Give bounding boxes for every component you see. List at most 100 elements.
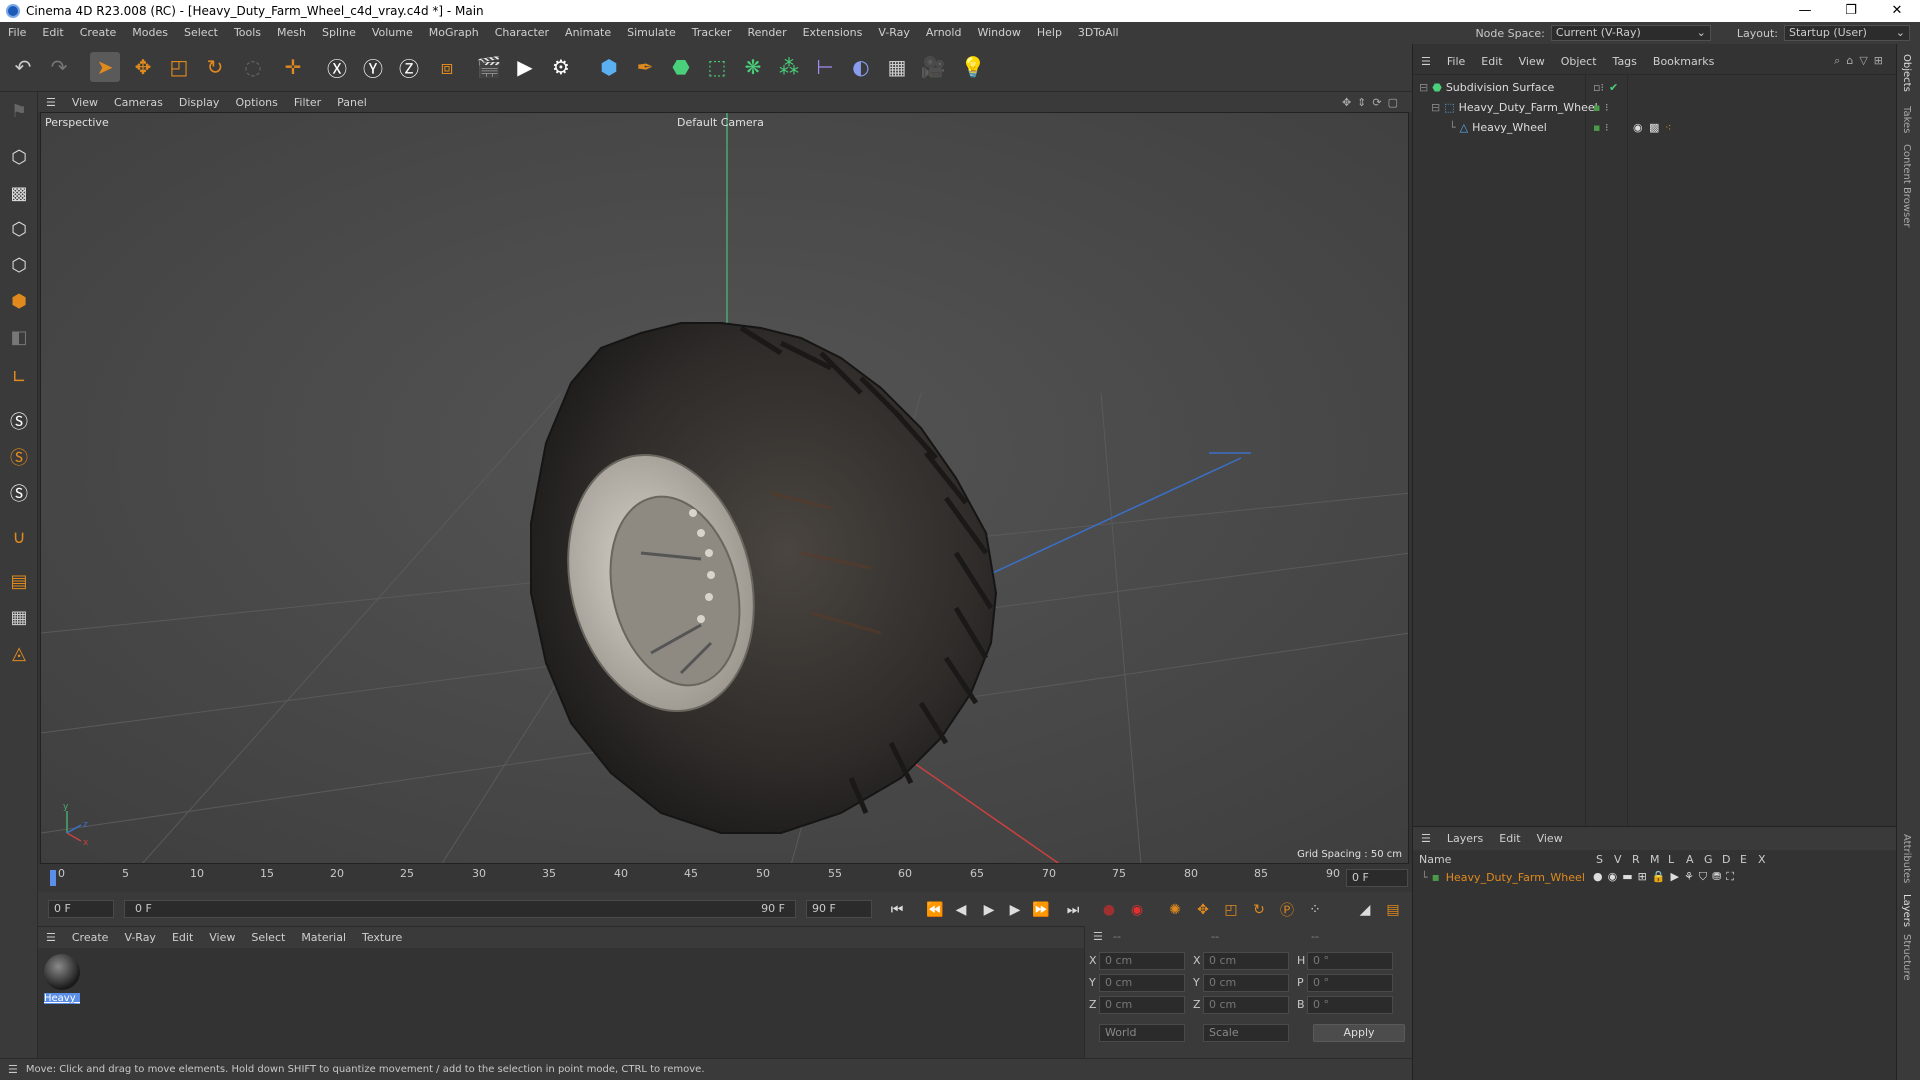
- menu-simulate[interactable]: Simulate: [619, 22, 684, 44]
- menu-spline[interactable]: Spline: [314, 22, 364, 44]
- create-null-icon[interactable]: ✛: [278, 52, 308, 82]
- prev-frame-icon[interactable]: ◀: [950, 900, 972, 920]
- playhead[interactable]: [50, 870, 56, 886]
- layer-flag-icons[interactable]: ●◉▬⊞🔒▶⚘⛉⛃⛶: [1593, 870, 1739, 884]
- rotation-h-field[interactable]: 0 °: [1307, 952, 1393, 970]
- extrude-icon[interactable]: ⬚: [702, 52, 732, 82]
- material-menu-texture[interactable]: Texture: [354, 931, 410, 944]
- uvw-tag-icon[interactable]: ▩: [1649, 121, 1659, 134]
- param-key-icon[interactable]: Ⓟ: [1276, 900, 1298, 920]
- menu-extensions[interactable]: Extensions: [795, 22, 871, 44]
- size-x-field[interactable]: 0 cm: [1203, 952, 1289, 970]
- x-axis-lock-icon[interactable]: Ⓧ: [322, 52, 352, 82]
- model-mode-icon[interactable]: ⬡: [4, 142, 34, 172]
- object-menu-bookmarks[interactable]: Bookmarks: [1645, 55, 1722, 68]
- menu-file[interactable]: File: [0, 22, 34, 44]
- cube-primitive-icon[interactable]: ⬢: [594, 52, 624, 82]
- tab-attributes[interactable]: Attributes: [1901, 834, 1912, 883]
- workplane-icon[interactable]: ▤: [4, 566, 34, 596]
- menu-volume[interactable]: Volume: [364, 22, 421, 44]
- menu-arnold[interactable]: Arnold: [918, 22, 970, 44]
- menu-3dtoall[interactable]: 3DToAll: [1070, 22, 1127, 44]
- locked-workplane-icon[interactable]: ◬: [4, 638, 34, 668]
- frame-range-slider[interactable]: 0 F 90 F: [124, 900, 796, 918]
- viewport-menu-display[interactable]: Display: [171, 96, 228, 109]
- menu-vray[interactable]: V-Ray: [870, 22, 918, 44]
- subdivision-surface-icon[interactable]: ⬣: [666, 52, 696, 82]
- grid-icon[interactable]: ▦: [4, 602, 34, 632]
- minimize-button[interactable]: —: [1782, 0, 1828, 22]
- viewport-menu-cameras[interactable]: Cameras: [106, 96, 171, 109]
- field-icon[interactable]: ◐: [846, 52, 876, 82]
- menu-tools[interactable]: Tools: [226, 22, 269, 44]
- motion-clip-icon[interactable]: ◢: [1354, 900, 1376, 920]
- enabled-check-icon[interactable]: ✔: [1609, 81, 1618, 94]
- layer-row[interactable]: └ ▪ Heavy_Duty_Farm_Wheel ●◉▬⊞🔒▶⚘⛉⛃⛶: [1413, 868, 1897, 886]
- undo-icon[interactable]: ↶: [8, 52, 38, 82]
- menu-mograph[interactable]: MoGraph: [421, 22, 487, 44]
- snap-icon[interactable]: Ⓢ: [4, 406, 34, 436]
- record-icon[interactable]: ●: [1098, 900, 1120, 920]
- viewport-menu-filter[interactable]: Filter: [286, 96, 329, 109]
- material-menu-view[interactable]: View: [201, 931, 243, 944]
- mograph-icon[interactable]: ⁂: [774, 52, 804, 82]
- recent-tool-icon[interactable]: ◌: [238, 52, 268, 82]
- layer-menu-view[interactable]: View: [1529, 832, 1571, 845]
- next-frame-icon[interactable]: ▶: [1004, 900, 1026, 920]
- node-space-dropdown[interactable]: Current (V-Ray) ⌄: [1550, 25, 1711, 41]
- maximize-button[interactable]: ❐: [1828, 0, 1874, 22]
- keyframe-selection-icon[interactable]: ✺: [1164, 900, 1186, 920]
- object-row[interactable]: ⊟ ⬣ Subdivision Surface ▫⁝ ✔: [1413, 77, 1893, 97]
- tab-structure[interactable]: Structure: [1901, 934, 1912, 981]
- material-menu-select[interactable]: Select: [243, 931, 293, 944]
- object-row[interactable]: └ △ Heavy_Wheel ▪ ⁝ ◉ ▩ ⁖: [1413, 117, 1893, 137]
- material-menu-material[interactable]: Material: [293, 931, 354, 944]
- phong-tag-icon[interactable]: ⁖: [1665, 121, 1671, 134]
- menu-character[interactable]: Character: [487, 22, 557, 44]
- snap-settings-icon[interactable]: Ⓢ: [4, 442, 34, 472]
- render-region-icon[interactable]: 🎬: [474, 52, 504, 82]
- visibility-dots[interactable]: ⁝: [1605, 101, 1609, 114]
- rotate-tool-icon[interactable]: ↻: [200, 52, 230, 82]
- deformer-icon[interactable]: ⊢: [810, 52, 840, 82]
- coordinate-space-dropdown[interactable]: World: [1099, 1024, 1185, 1042]
- camera-icon[interactable]: 🎥: [918, 52, 948, 82]
- light-icon[interactable]: 💡: [958, 52, 988, 82]
- uv-mode-icon[interactable]: ◧: [4, 322, 34, 352]
- tab-objects[interactable]: Objects: [1901, 54, 1912, 92]
- material-swatch[interactable]: Heavy_W: [44, 954, 80, 1012]
- play-icon[interactable]: ▶: [978, 900, 1000, 920]
- floor-icon[interactable]: ▦: [882, 52, 912, 82]
- position-key-icon[interactable]: ✥: [1192, 900, 1214, 920]
- timeline-ruler[interactable]: 0 5 10 15 20 25 30 35 40 45 50 55 60 65 …: [38, 864, 1412, 892]
- layer-menu-layers[interactable]: Layers: [1439, 832, 1491, 845]
- cloner-icon[interactable]: ❋: [738, 52, 768, 82]
- object-menu-view[interactable]: View: [1511, 55, 1553, 68]
- material-menu-create[interactable]: Create: [64, 931, 117, 944]
- pen-spline-icon[interactable]: ✒: [630, 52, 660, 82]
- pla-key-icon[interactable]: ⁘: [1304, 900, 1326, 920]
- z-axis-lock-icon[interactable]: Ⓩ: [394, 52, 424, 82]
- hamburger-menu-icon[interactable]: ☰: [1413, 55, 1439, 68]
- magnet-icon[interactable]: ∪: [4, 522, 34, 552]
- end-frame-field[interactable]: 90 F: [806, 900, 872, 918]
- layer-menu-edit[interactable]: Edit: [1491, 832, 1528, 845]
- move-tool-icon[interactable]: ✥: [128, 52, 158, 82]
- object-manager-tool-icons[interactable]: ⌕⌂▽⊞: [1834, 54, 1889, 68]
- live-selection-icon[interactable]: ➤: [90, 52, 120, 82]
- viewport-menu-view[interactable]: View: [64, 96, 106, 109]
- scale-tool-icon[interactable]: ◰: [164, 52, 194, 82]
- render-view-icon[interactable]: ▶: [510, 52, 540, 82]
- prev-key-icon[interactable]: ⏪: [924, 900, 946, 920]
- object-menu-object[interactable]: Object: [1553, 55, 1605, 68]
- polygons-mode-icon[interactable]: ⬢: [4, 286, 34, 316]
- menu-create[interactable]: Create: [72, 22, 125, 44]
- menu-modes[interactable]: Modes: [124, 22, 176, 44]
- expand-icon[interactable]: ⊟: [1419, 81, 1428, 94]
- make-editable-icon[interactable]: ⚑: [4, 96, 34, 126]
- redo-icon[interactable]: ↷: [44, 52, 74, 82]
- quantize-icon[interactable]: Ⓢ: [4, 478, 34, 508]
- menu-render[interactable]: Render: [739, 22, 794, 44]
- material-menu-edit[interactable]: Edit: [164, 931, 201, 944]
- size-z-field[interactable]: 0 cm: [1203, 996, 1289, 1014]
